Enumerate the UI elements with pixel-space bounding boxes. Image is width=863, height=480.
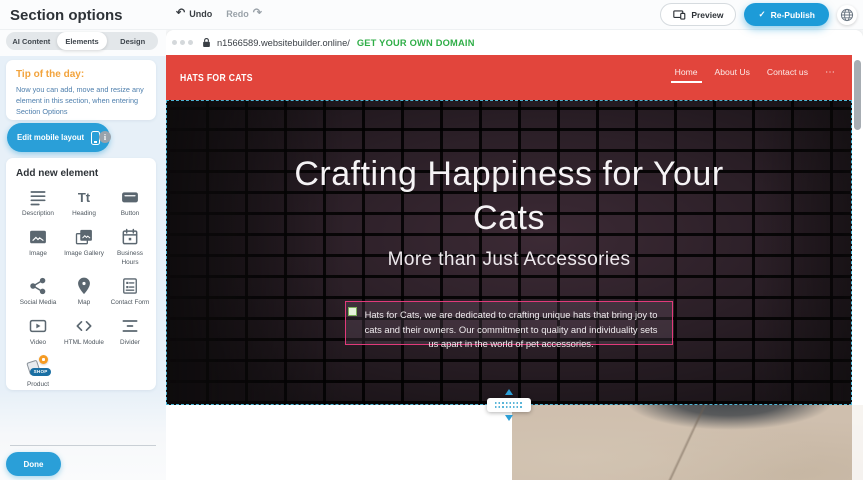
element-heading[interactable]: Tt Heading (62, 187, 106, 219)
divider-icon (120, 316, 140, 336)
undo-icon: ↶ (176, 8, 185, 19)
new-feature-badge (39, 355, 48, 364)
redo-icon: ↷ (253, 8, 262, 19)
image-gallery-icon (74, 227, 94, 247)
element-image[interactable]: Image (16, 227, 60, 268)
tip-of-the-day-card: Tip of the day: Now you can add, move an… (6, 60, 156, 120)
nav-contact-us[interactable]: Contact us (767, 67, 808, 83)
text-lines-icon (28, 187, 48, 207)
window-dot (188, 40, 193, 45)
element-contact-form[interactable]: Contact Form (108, 276, 152, 308)
resize-arrow-up-icon (505, 389, 513, 395)
element-business-hours[interactable]: Business Hours (108, 227, 152, 268)
window-dot (180, 40, 185, 45)
site-page: HATS FOR CATS Home About Us Contact us ⋯… (166, 55, 852, 480)
tab-ai-content[interactable]: AI Content (6, 32, 57, 50)
drag-dots-icon (495, 402, 523, 408)
site-preview-browser: n1566589.websitebuilder.online/ GET YOUR… (166, 30, 863, 480)
shop-badge: SHOP (30, 368, 51, 376)
code-icon (74, 316, 94, 336)
product-gallery-icon: SHOP (25, 356, 51, 378)
history-controls: ↶Undo Redo↷ (176, 8, 262, 19)
tip-body: Now you can add, move and resize any ele… (16, 85, 146, 118)
contact-form-icon (120, 276, 140, 296)
devices-icon (673, 10, 686, 20)
panel-tabs-strip: AI Content Elements Design (0, 30, 166, 56)
element-image-gallery[interactable]: Image Gallery (62, 227, 106, 268)
resize-handle[interactable] (348, 307, 357, 316)
language-globe-button[interactable] (837, 5, 857, 25)
map-pin-icon (74, 276, 94, 296)
share-icon (28, 276, 48, 296)
resize-arrow-down-icon (505, 415, 513, 421)
site-header: HATS FOR CATS Home About Us Contact us ⋯ (166, 55, 852, 100)
browser-url-bar: n1566589.websitebuilder.online/ GET YOUR… (166, 30, 863, 55)
redo-button[interactable]: Redo↷ (226, 8, 262, 19)
element-video[interactable]: Video (16, 316, 60, 348)
undo-button[interactable]: ↶Undo (176, 8, 212, 19)
section-options-panel: AI Content Elements Design Tip of the da… (0, 30, 166, 480)
get-own-domain-link[interactable]: GET YOUR OWN DOMAIN (357, 38, 475, 48)
edit-mobile-layout-button[interactable]: Edit mobile layout (7, 123, 110, 152)
element-description[interactable]: Description (16, 187, 60, 219)
app-topbar: Section options ↶Undo Redo↷ Preview ✓ Re… (0, 0, 863, 30)
site-url[interactable]: n1566589.websitebuilder.online/ (217, 38, 350, 48)
page-title: Section options (10, 7, 123, 24)
browser-scrollbar[interactable] (852, 55, 863, 480)
nav-about-us[interactable]: About Us (715, 67, 750, 83)
element-product-gallery[interactable]: SHOP Product Gallery (16, 356, 60, 390)
topbar-actions: Preview ✓ Re-Publish (660, 3, 857, 26)
panel-tabs: AI Content Elements Design (6, 32, 158, 50)
hero-section-selected[interactable]: Crafting Happiness for Your Cats More th… (166, 100, 852, 405)
nav-more-icon[interactable]: ⋯ (825, 67, 836, 83)
hero-text-box-selected[interactable]: Hats for Cats, we are dedicated to craft… (345, 301, 673, 345)
lock-icon (202, 37, 211, 48)
hero-subheading[interactable]: More than Just Accessories (294, 249, 724, 271)
element-html-module[interactable]: HTML Module (62, 316, 106, 348)
site-viewport: HATS FOR CATS Home About Us Contact us ⋯… (166, 55, 863, 480)
tab-elements[interactable]: Elements (57, 32, 108, 50)
check-icon: ✓ (758, 9, 765, 20)
image-icon (28, 227, 48, 247)
done-button[interactable]: Done (6, 452, 61, 476)
panel-divider (10, 445, 156, 446)
element-social-media[interactable]: Social Media (16, 276, 60, 308)
site-logo[interactable]: HATS FOR CATS (180, 72, 253, 84)
video-icon (28, 316, 48, 336)
element-map[interactable]: Map (62, 276, 106, 308)
element-button[interactable]: Button (108, 187, 152, 219)
element-grid: Description Tt Heading Button Image Imag (16, 187, 152, 390)
add-element-title: Add new element (16, 168, 152, 179)
tip-title: Tip of the day: (16, 69, 146, 80)
hero-heading[interactable]: Crafting Happiness for Your Cats (294, 153, 724, 240)
window-control-dots (172, 40, 193, 45)
nav-home[interactable]: Home (675, 67, 698, 83)
section-resize-handle[interactable] (487, 398, 531, 412)
heading-icon: Tt (78, 187, 90, 207)
info-icon[interactable]: i (99, 131, 111, 143)
business-hours-icon (120, 227, 140, 247)
next-section-image (512, 405, 863, 480)
republish-button[interactable]: ✓ Re-Publish (744, 3, 829, 26)
preview-button[interactable]: Preview (660, 3, 736, 26)
element-divider[interactable]: Divider (108, 316, 152, 348)
site-nav: Home About Us Contact us ⋯ (675, 67, 836, 83)
tab-design[interactable]: Design (107, 32, 158, 50)
hero-body-text: Hats for Cats, we are dedicated to craft… (365, 309, 658, 349)
add-element-card: Add new element Description Tt Heading B… (6, 158, 156, 390)
window-dot (172, 40, 177, 45)
scrollbar-thumb[interactable] (854, 60, 861, 130)
button-icon (120, 187, 140, 207)
globe-icon (840, 8, 854, 22)
